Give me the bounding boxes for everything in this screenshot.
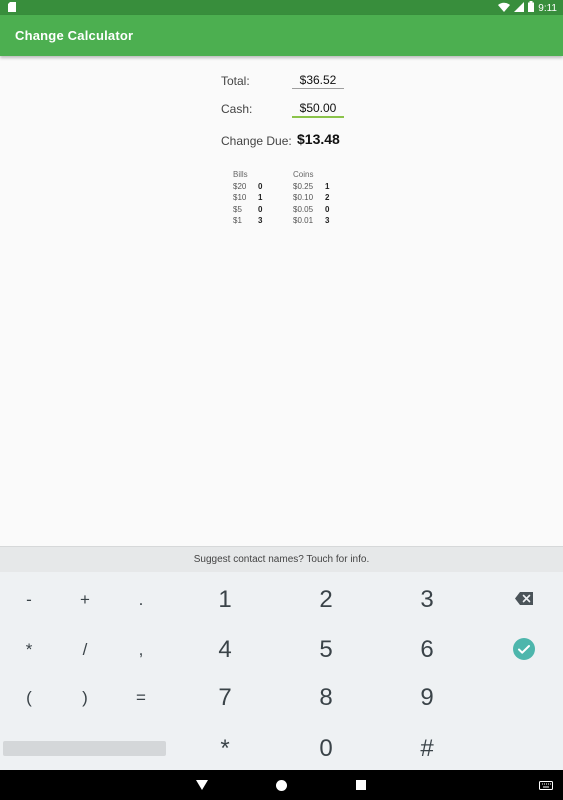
keyboard-switch-icon[interactable] [536,770,556,800]
cash-input[interactable] [292,100,344,118]
key-comma[interactable]: , [121,640,161,660]
bills-breakdown: Bills $20 0 $10 1 $5 0 $1 3 [233,169,262,227]
bill-count: 0 [258,204,263,214]
coin-denomination: $0.05 [293,204,314,214]
coin-denomination: $0.25 [293,181,314,191]
wifi-icon [498,2,511,15]
key-2[interactable]: 2 [301,586,351,614]
bill-count: 1 [258,193,263,202]
recents-icon[interactable] [351,770,371,800]
sd-card-icon [8,2,16,15]
key-3[interactable]: 3 [402,586,452,614]
bill-count: 3 [258,216,263,225]
key-star[interactable]: * [200,735,250,763]
coin-count: 0 [325,204,330,214]
key-asterisk[interactable]: * [9,640,49,660]
total-label: Total: [221,74,250,88]
status-icons: 9:11 [498,1,557,15]
change-due-label: Change Due: [221,134,292,148]
coin-row: $0.01 3 [293,215,329,227]
bills-header: Bills [233,170,248,179]
status-bar: 9:11 [0,0,563,15]
bill-denomination: $1 [233,216,242,225]
key-6[interactable]: 6 [402,636,452,664]
contact-suggestion-strip[interactable]: Suggest contact names? Touch for info. [0,546,563,573]
key-4[interactable]: 4 [200,636,250,664]
key-plus[interactable]: + [65,590,105,610]
bill-denomination: $20 [233,181,247,191]
bill-denomination: $5 [233,204,242,214]
bill-row: $20 0 [233,181,262,193]
coin-count: 3 [325,216,330,225]
numeric-keyboard: - + . * / , ( ) = 1 2 3 4 5 6 7 8 9 * 0 … [0,572,563,770]
key-0[interactable]: 0 [301,735,351,763]
key-hash[interactable]: # [402,735,452,763]
home-icon[interactable] [271,770,291,800]
coin-denomination: $0.10 [293,193,314,202]
coin-denomination: $0.01 [293,216,314,225]
coins-header: Coins [293,170,314,179]
coin-row: $0.05 0 [293,204,329,216]
key-slash[interactable]: / [65,640,105,660]
total-input[interactable] [292,72,344,89]
back-icon[interactable] [192,770,212,800]
coins-breakdown: Coins $0.25 1 $0.10 2 $0.05 0 $0.01 3 [293,169,329,227]
signal-icon [514,1,525,15]
coin-count: 2 [325,193,330,202]
bill-row: $10 1 [233,192,262,204]
backspace-icon[interactable] [512,592,536,608]
key-period[interactable]: . [121,590,161,610]
bill-row: $1 3 [233,215,262,227]
key-equals[interactable]: = [121,688,161,708]
app-title: Change Calculator [15,28,134,43]
key-8[interactable]: 8 [301,684,351,712]
bill-row: $5 0 [233,204,262,216]
key-minus[interactable]: - [9,590,49,610]
key-open-paren[interactable]: ( [9,688,49,708]
key-1[interactable]: 1 [200,586,250,614]
navigation-bar [0,770,563,800]
battery-icon [528,1,535,15]
coin-count: 1 [325,181,330,191]
key-9[interactable]: 9 [402,684,452,712]
coin-row: $0.25 1 [293,181,329,193]
key-5[interactable]: 5 [301,636,351,664]
change-due-value: $13.48 [297,131,340,147]
done-check-icon[interactable] [512,638,536,662]
clock: 9:11 [538,2,557,14]
bill-count: 0 [258,181,263,191]
key-close-paren[interactable]: ) [65,688,105,708]
key-7[interactable]: 7 [200,684,250,712]
spacebar[interactable] [3,741,166,756]
coin-row: $0.10 2 [293,192,329,204]
app-bar: Change Calculator [0,15,563,56]
cash-label: Cash: [221,102,253,116]
bill-denomination: $10 [233,193,247,202]
